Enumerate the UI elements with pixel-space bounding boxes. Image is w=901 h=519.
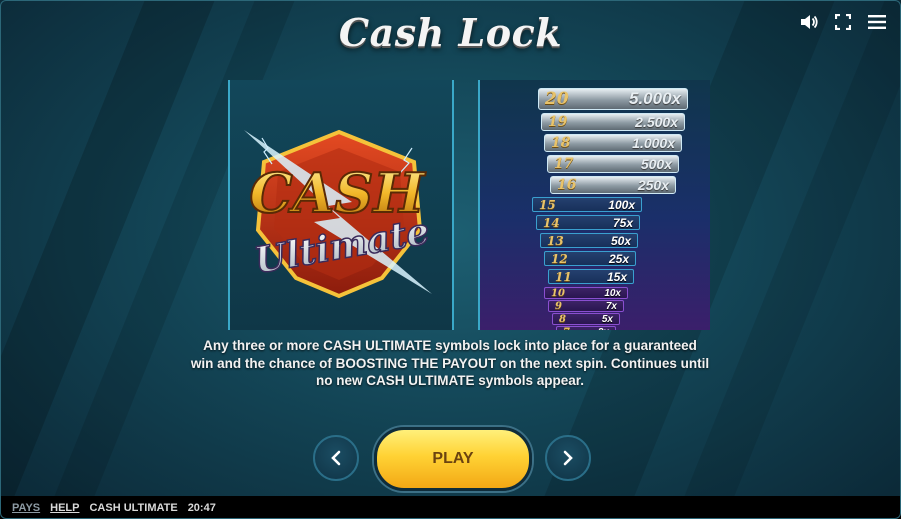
section-name: CASH ULTIMATE — [89, 501, 178, 514]
ladder-level: 9 — [555, 300, 562, 312]
pays-link[interactable]: PAYS — [12, 502, 40, 514]
clock: 20:47 — [187, 501, 216, 514]
ladder-multiplier: 15x — [606, 269, 627, 284]
ladder-multiplier: 250x — [637, 177, 669, 193]
ladder-multiplier: 1.000x — [632, 135, 675, 151]
ladder-rung: 7 3x — [556, 326, 616, 330]
menu-icon[interactable] — [867, 12, 887, 32]
ladder-level: 13 — [547, 233, 564, 248]
ladder-level: 14 — [543, 215, 560, 230]
ladder-rung: 12 25x — [544, 251, 636, 266]
ladder-level: 10 — [551, 287, 565, 299]
ladder-level: 17 — [554, 156, 574, 172]
ladder-level: 8 — [559, 313, 566, 325]
boost-ladder: 20 5.000x 19 2.500x 18 1.000x 17 500x 16 250x 15 10… — [478, 80, 710, 330]
ladder-rung: 17 500x — [547, 155, 679, 173]
top-controls — [799, 12, 887, 32]
fullscreen-icon[interactable] — [833, 12, 853, 32]
ladder-level: 16 — [557, 177, 577, 193]
ladder-multiplier: 2.500x — [635, 114, 678, 130]
ladder-rung: 10 10x — [544, 287, 628, 299]
chevron-right-icon — [563, 450, 573, 466]
speaker-icon[interactable] — [799, 12, 819, 32]
ladder-rung: 16 250x — [550, 176, 676, 194]
ladder-rung: 11 15x — [548, 269, 634, 284]
ladder-multiplier: 25x — [608, 251, 629, 266]
ladder-rung: 18 1.000x — [544, 134, 682, 152]
ladder-multiplier: 5.000x — [629, 89, 681, 108]
feature-description: Any three or more CASH ULTIMATE symbols … — [190, 338, 710, 388]
ladder-multiplier: 500x — [640, 156, 672, 172]
next-page-button[interactable] — [545, 435, 591, 481]
play-button-label: PLAY — [432, 450, 474, 467]
ladder-multiplier: 5x — [601, 313, 613, 325]
help-link[interactable]: HELP — [50, 502, 79, 514]
ladder-multiplier: 3x — [598, 327, 609, 331]
ladder-rung: 9 7x — [548, 300, 624, 312]
ladder-rung: 15 100x — [532, 197, 642, 212]
ladder-rung: 14 75x — [536, 215, 640, 230]
chevron-left-icon — [331, 450, 341, 466]
ladder-multiplier: 75x — [612, 215, 633, 230]
ladder-multiplier: 7x — [605, 300, 617, 312]
ladder-multiplier: 50x — [610, 233, 631, 248]
ladder-rung: 8 5x — [552, 313, 620, 325]
ladder-level: 15 — [539, 197, 556, 212]
ladder-rung: 13 50x — [540, 233, 638, 248]
bottom-bar: PAYS HELP CASH ULTIMATE 20:47 — [0, 496, 901, 519]
ladder-multiplier: 10x — [604, 287, 621, 299]
ladder-level: 11 — [555, 269, 572, 284]
game-title: Cash Lock — [338, 10, 563, 55]
previous-page-button[interactable] — [313, 435, 359, 481]
play-button[interactable]: PLAY — [374, 427, 532, 491]
ladder-multiplier: 100x — [608, 197, 635, 212]
cash-ultimate-symbol: CASH Ultimate — [244, 129, 433, 299]
game-screen: Cash Lock CASH Ultimate 20 5.000x 19 2.5… — [0, 0, 901, 519]
ladder-rung: 19 2.500x — [541, 113, 685, 131]
ladder-level: 20 — [545, 89, 569, 109]
ladder-level: 12 — [551, 251, 568, 266]
ladder-level: 18 — [551, 135, 571, 151]
ladder-level: 7 — [563, 327, 570, 331]
ladder-level: 19 — [548, 114, 568, 130]
ladder-rung: 20 5.000x — [538, 88, 688, 110]
